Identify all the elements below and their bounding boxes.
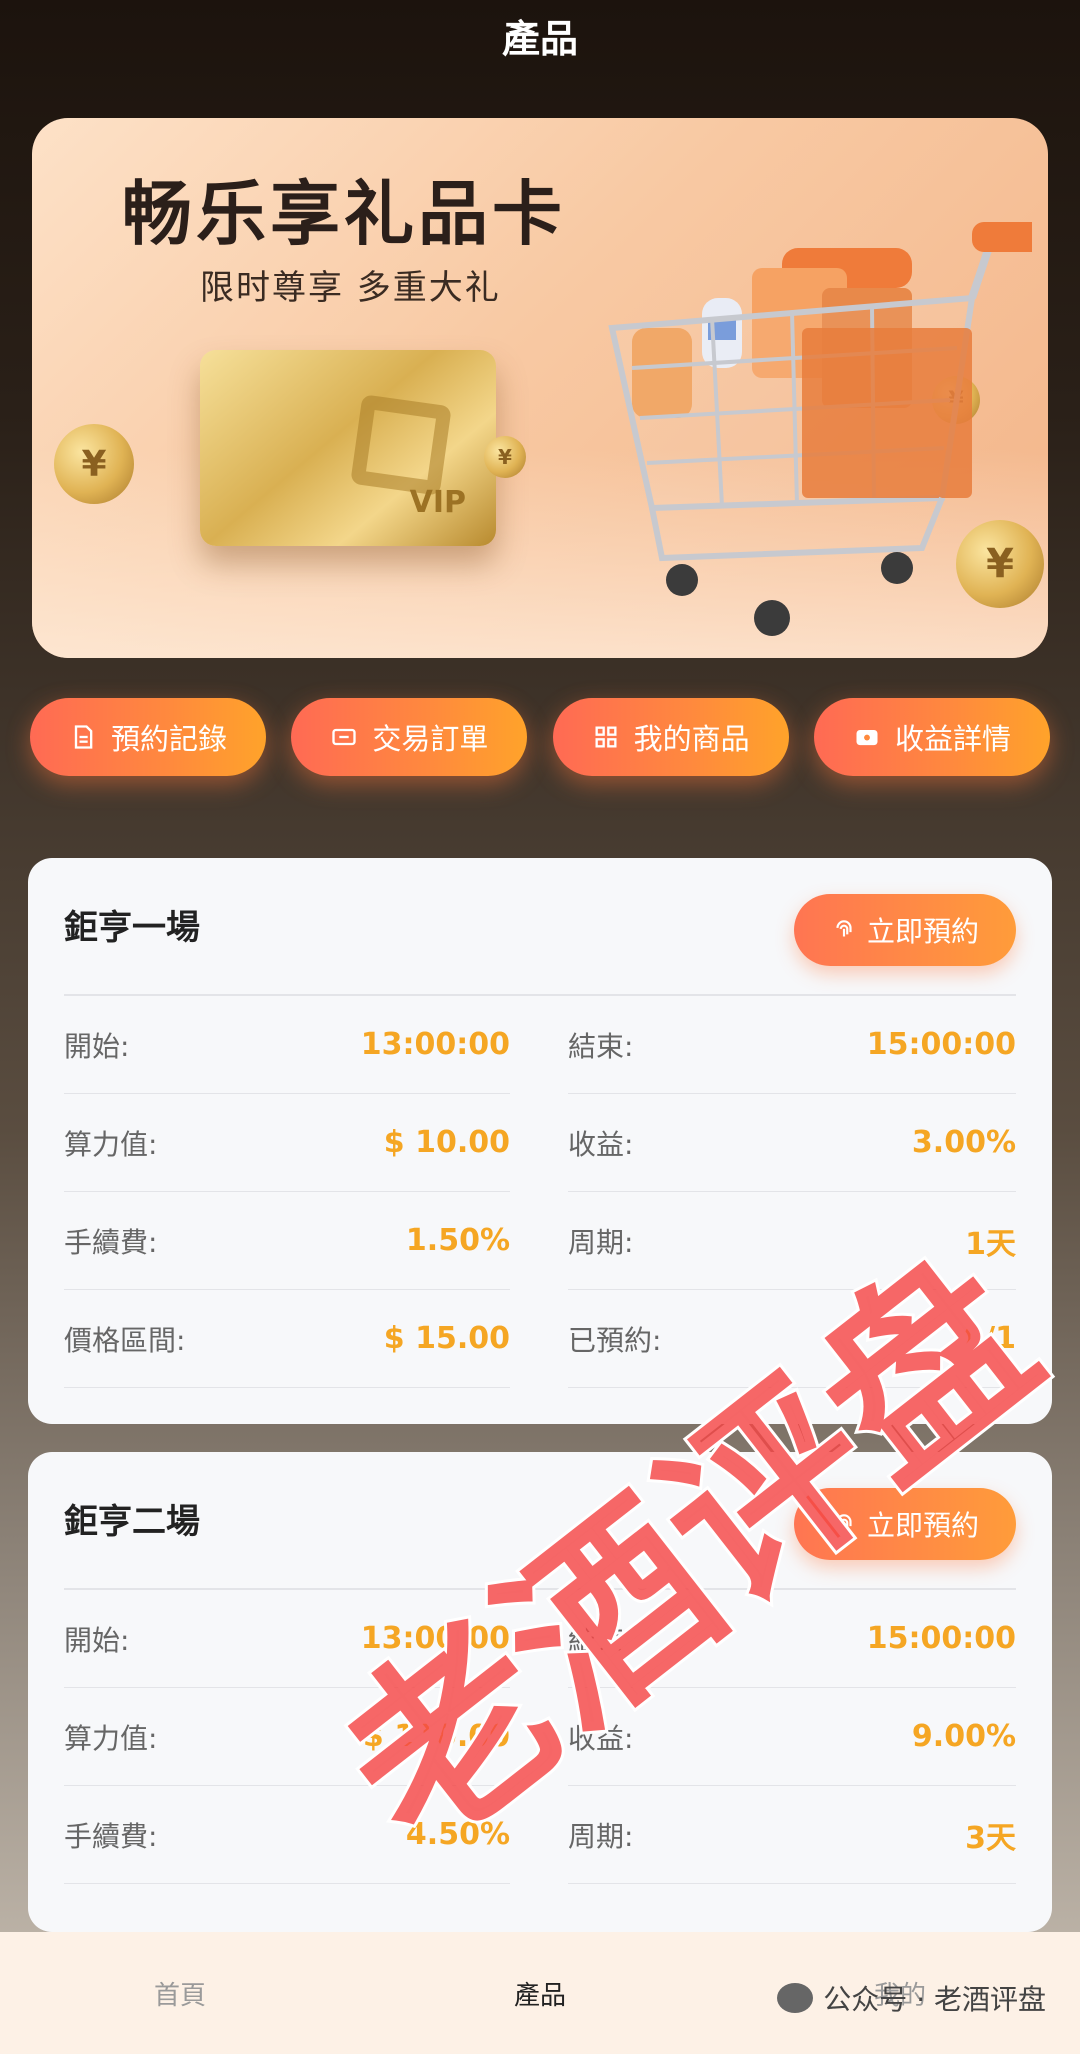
promo-banner[interactable]: 畅乐享礼品卡 限时尊享 多重大礼 VIP ¥ ¥ ¥ ¥ — [32, 118, 1048, 658]
product-title: 鉅亨二場 — [64, 1502, 200, 1542]
field-label: 收益: — [568, 1127, 634, 1161]
shortcut-label: 交易訂單 — [372, 722, 489, 756]
shortcut-booking-records[interactable]: 預約記錄 — [30, 698, 266, 776]
wechat-watermark: 公众号 · 老酒评盘 — [777, 1978, 1046, 2018]
field-value: 0/1 — [963, 1321, 1016, 1356]
shortcut-my-products[interactable]: 我的商品 — [552, 698, 789, 776]
page-title: 產品 — [501, 16, 578, 61]
field-booked: 已預約: 0/1 — [568, 1290, 1016, 1388]
field-fee: 手續費: 4.50% — [64, 1786, 510, 1884]
field-power: 算力值: $ 10.00 — [64, 1094, 510, 1192]
field-value: $ 15.00 — [383, 1321, 510, 1356]
field-label: 算力值: — [64, 1721, 158, 1755]
product-title: 鉅亨一場 — [64, 908, 200, 948]
field-value: 13:00:00 — [360, 1621, 510, 1656]
product-card: 鉅亨一場 立即預約 開始: 13:00:00 結束: 15:00:00 算力值:… — [28, 858, 1052, 1424]
coin-icon: ¥ — [484, 436, 526, 478]
field-value: 3天 — [965, 1820, 1016, 1856]
field-value: $ 110.00 — [362, 1719, 510, 1754]
field-start: 開始: 13:00:00 — [64, 1590, 510, 1688]
document-icon — [74, 725, 93, 749]
field-price-range: 價格區間: $ 15.00 — [64, 1290, 510, 1388]
card-vip-label: VIP — [409, 485, 466, 520]
wechat-icon — [777, 1983, 814, 2013]
field-label: 開始: — [64, 1623, 130, 1657]
shortcut-bar: 預約記錄 交易訂單 我的商品 收益詳情 — [30, 698, 1050, 778]
shortcut-label: 收益詳情 — [894, 722, 1011, 756]
field-yield: 收益: 3.00% — [568, 1094, 1016, 1192]
field-fee: 手續費: 1.50% — [64, 1192, 510, 1290]
banner-headline: 畅乐享礼品卡 — [122, 173, 566, 255]
field-value: 3.00% — [911, 1125, 1016, 1160]
ticket-icon — [332, 728, 356, 746]
field-power: 算力值: $ 110.00 — [64, 1688, 510, 1786]
field-period: 周期: 3天 — [568, 1786, 1016, 1884]
shortcut-trade-orders[interactable]: 交易訂單 — [291, 698, 528, 776]
field-value: 15:00:00 — [866, 1027, 1016, 1062]
top-bar: 產品 — [0, 0, 1080, 110]
field-label: 收益: — [568, 1721, 634, 1755]
field-label: 手續費: — [64, 1225, 158, 1259]
shopping-cart-illustration — [608, 222, 1032, 636]
field-value: 4.50% — [405, 1817, 510, 1852]
field-label: 周期: — [568, 1819, 634, 1853]
book-now-label: 立即預約 — [866, 915, 979, 948]
book-now-label: 立即預約 — [866, 1509, 979, 1542]
field-value: 1天 — [965, 1226, 1016, 1262]
grid-icon — [595, 726, 617, 748]
coin-icon: ¥ — [54, 424, 134, 504]
gift-card-illustration: VIP — [200, 350, 496, 546]
field-label: 結束: — [568, 1623, 634, 1657]
field-start: 開始: 13:00:00 — [64, 996, 510, 1094]
field-value: 15:00:00 — [866, 1621, 1016, 1656]
fingerprint-icon — [836, 1514, 852, 1531]
field-value: $ 10.00 — [383, 1125, 510, 1160]
field-label: 算力值: — [64, 1127, 158, 1161]
field-label: 結束: — [568, 1029, 634, 1063]
field-label: 已預約: — [568, 1323, 662, 1357]
shortcut-earnings-detail[interactable]: 收益詳情 — [813, 698, 1050, 776]
field-label: 周期: — [568, 1225, 634, 1259]
field-end: 結束: 15:00:00 — [568, 996, 1016, 1094]
field-yield: 收益: 9.00% — [568, 1688, 1016, 1786]
tab-products[interactable]: 產品 — [360, 1975, 720, 2012]
banner-subline: 限时尊享 多重大礼 — [200, 268, 501, 308]
shortcut-label: 我的商品 — [633, 722, 750, 756]
book-now-button[interactable]: 立即預約 — [794, 1488, 1016, 1560]
fingerprint-icon — [836, 920, 852, 937]
product-card: 鉅亨二場 立即預約 開始: 13:00:00 結束: 15:00:00 算力值:… — [28, 1452, 1052, 1932]
wechat-watermark-text: 公众号 · 老酒评盘 — [823, 1983, 1046, 2016]
card-emblem-icon — [350, 394, 452, 496]
wallet-icon — [856, 730, 878, 746]
field-value: 9.00% — [911, 1719, 1016, 1754]
field-value: 13:00:00 — [360, 1027, 510, 1062]
field-label: 手續費: — [64, 1819, 158, 1853]
tab-home[interactable]: 首頁 — [0, 1975, 360, 2012]
shortcut-label: 預約記錄 — [110, 722, 227, 756]
field-label: 開始: — [64, 1029, 130, 1063]
book-now-button[interactable]: 立即預約 — [794, 894, 1016, 966]
field-value: 1.50% — [405, 1223, 510, 1258]
field-period: 周期: 1天 — [568, 1192, 1016, 1290]
field-end: 結束: 15:00:00 — [568, 1590, 1016, 1688]
field-label: 價格區間: — [64, 1323, 186, 1357]
